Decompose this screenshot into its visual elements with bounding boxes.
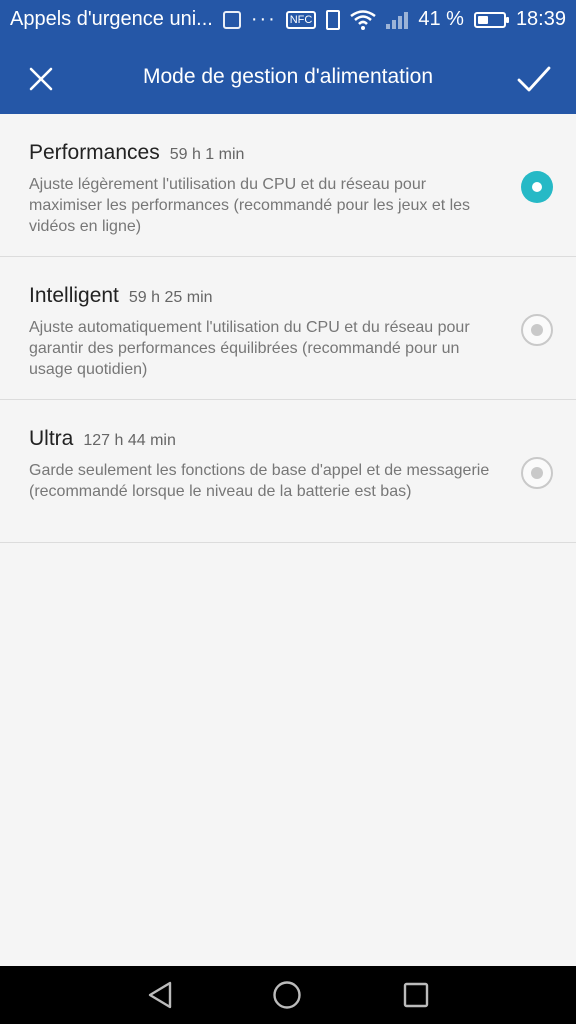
- option-duration: 59 h 25 min: [128, 289, 213, 306]
- option-performances[interactable]: Performances 59 h 1 min Ajuste légèremen…: [0, 114, 576, 257]
- more-dots-icon: ···: [250, 8, 277, 30]
- battery-icon: [473, 11, 509, 28]
- navigation-bar: [0, 966, 576, 1024]
- back-icon[interactable]: [146, 980, 176, 1010]
- vibrate-icon: [326, 9, 341, 30]
- notification-text: Appels d'urgence uni...: [10, 8, 213, 30]
- option-duration: 59 h 1 min: [169, 146, 245, 163]
- option-description: Ajuste légèrement l'utilisation du CPU e…: [29, 176, 471, 235]
- option-ultra[interactable]: Ultra 127 h 44 min Garde seulement les f…: [0, 400, 576, 543]
- medical-app-icon: [222, 10, 241, 29]
- radio-performances[interactable]: [521, 171, 553, 203]
- option-title: Intelligent: [29, 284, 119, 307]
- option-description: Ajuste automatiquement l'utilisation du …: [29, 319, 470, 378]
- nfc-icon: NFC: [285, 10, 317, 29]
- option-intelligent[interactable]: Intelligent 59 h 25 min Ajuste automatiq…: [0, 257, 576, 400]
- home-icon[interactable]: [272, 980, 302, 1010]
- close-icon[interactable]: [24, 62, 58, 96]
- radio-ultra[interactable]: [521, 457, 553, 489]
- option-duration: 127 h 44 min: [83, 432, 176, 449]
- battery-percent: 41 %: [418, 8, 464, 30]
- wifi-icon: [350, 9, 377, 30]
- option-description: Garde seulement les fonctions de base d'…: [29, 462, 490, 500]
- page-title: Mode de gestion d'alimentation: [142, 65, 434, 88]
- radio-intelligent[interactable]: [521, 314, 553, 346]
- app-bar: Mode de gestion d'alimentation: [0, 40, 576, 114]
- clock: 18:39: [515, 8, 566, 30]
- power-mode-list: Performances 59 h 1 min Ajuste légèremen…: [0, 114, 576, 543]
- check-icon[interactable]: [516, 62, 552, 96]
- option-title: Performances: [29, 141, 160, 164]
- recent-apps-icon[interactable]: [402, 981, 430, 1009]
- signal-icon: [386, 11, 409, 29]
- option-title: Ultra: [29, 427, 74, 450]
- status-bar: Appels d'urgence uni... ··· NFC 41 % 18:…: [0, 0, 576, 40]
